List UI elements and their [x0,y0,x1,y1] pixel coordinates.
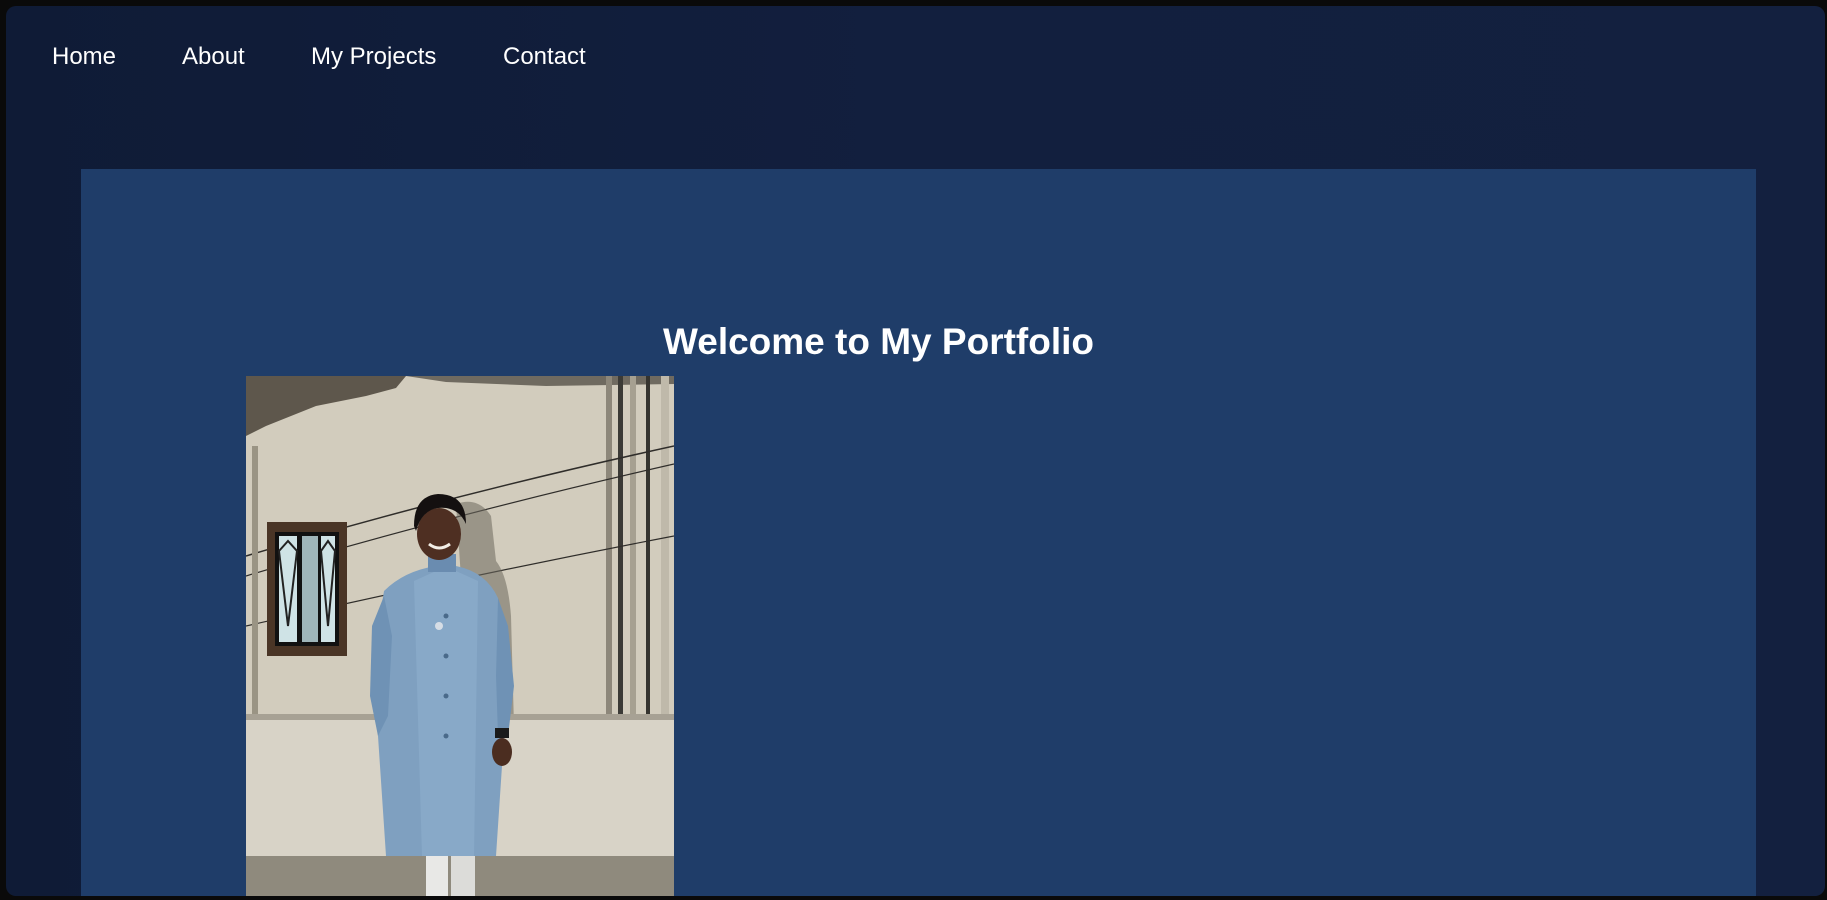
profile-photo-illustration [246,376,674,896]
nav-link-contact[interactable]: Contact [503,43,586,71]
hero-section: Welcome to My Portfolio [81,169,1756,896]
nav-link-about[interactable]: About [182,43,245,71]
nav-link-home[interactable]: Home [52,43,116,71]
nav-link-my-projects[interactable]: My Projects [311,43,436,71]
browser-viewport: Home About My Projects Contact Welcome t… [6,6,1825,896]
profile-photo [246,376,674,896]
top-navigation: Home About My Projects Contact [6,6,1825,96]
hero-title: Welcome to My Portfolio [662,321,1094,362]
